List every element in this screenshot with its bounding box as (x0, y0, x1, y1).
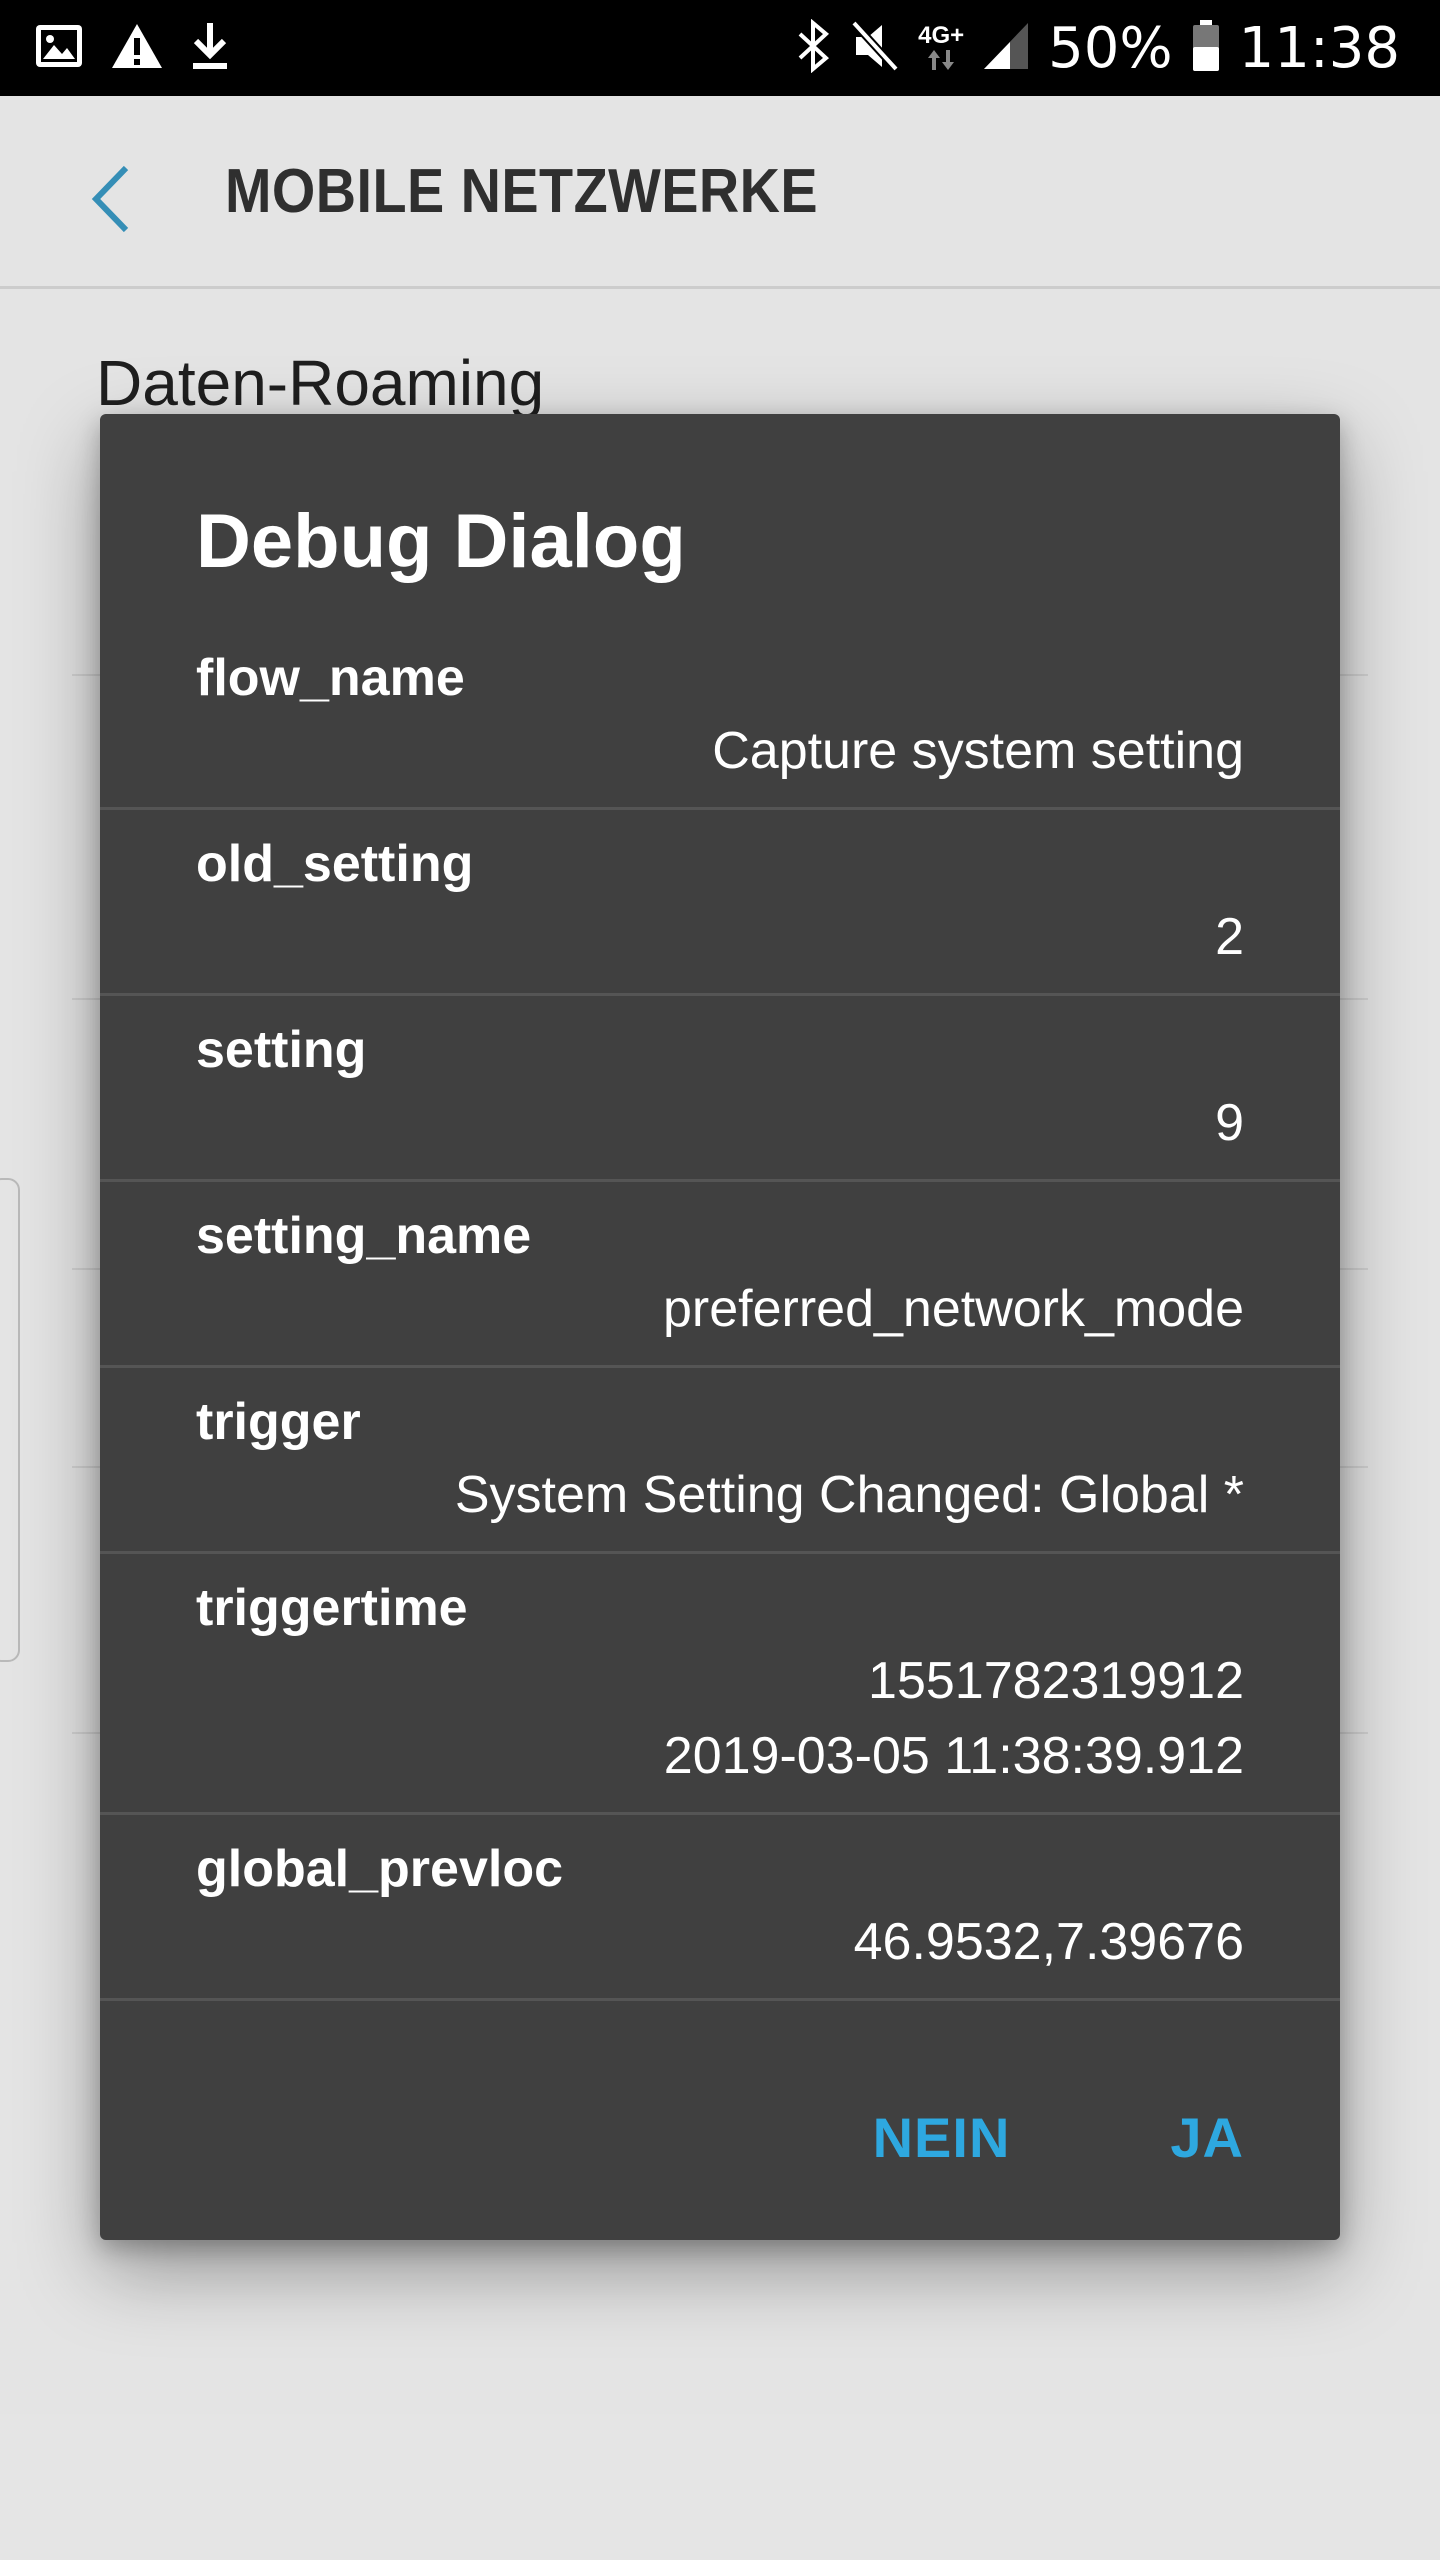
row-key: flow_name (196, 649, 465, 707)
row-value: 2019-03-05 11:38:39.912 (663, 1727, 1244, 1785)
clock: 11:38 (1238, 15, 1400, 81)
row-key: setting_name (196, 1207, 532, 1265)
dialog-row: old_setting 2 (100, 810, 1340, 996)
dialog-row: triggertime 1551782319912 2019-03-05 11:… (100, 1554, 1340, 1815)
warning-icon (110, 22, 164, 75)
row-key: trigger (196, 1393, 361, 1451)
row-key: setting (196, 1021, 367, 1079)
mute-icon (850, 19, 900, 78)
bluetooth-icon (796, 18, 832, 78)
nein-button[interactable]: NEIN (873, 2105, 1011, 2170)
image-icon (34, 23, 84, 74)
battery-percent: 50% (1048, 15, 1173, 81)
row-value: 46.9532,7.39676 (853, 1913, 1244, 1971)
row-value: 9 (1215, 1094, 1244, 1152)
status-bar: 4G+ 50% 11:38 (0, 0, 1440, 96)
dialog-row: global_prevloc 46.9532,7.39676 (100, 1815, 1340, 2001)
row-value: 1551782319912 (868, 1652, 1244, 1710)
row-value: System Setting Changed: Global * (454, 1466, 1244, 1524)
row-value: Capture system setting (712, 722, 1244, 780)
signal-icon (982, 21, 1030, 76)
row-value: 2 (1215, 908, 1244, 966)
ja-button[interactable]: JA (1170, 2105, 1244, 2170)
dialog-row: flow_name Capture system setting (100, 624, 1340, 810)
battery-icon (1191, 19, 1221, 78)
dialog-row: trigger System Setting Changed: Global * (100, 1368, 1340, 1554)
network-4g-icon: 4G+ (918, 24, 964, 72)
dialog-title: Debug Dialog (196, 499, 686, 584)
status-right-icons: 4G+ 50% 11:38 (796, 14, 1400, 82)
row-key: triggertime (196, 1579, 468, 1637)
row-key: global_prevloc (196, 1840, 563, 1898)
dialog-buttons: NEIN JA (873, 2105, 1244, 2170)
row-key: old_setting (196, 835, 474, 893)
row-value: preferred_network_mode (663, 1280, 1244, 1338)
dialog-row: setting 9 (100, 996, 1340, 1182)
dialog-row: setting_name preferred_network_mode (100, 1182, 1340, 1368)
dialog-rows: flow_name Capture system setting old_set… (100, 624, 1340, 2001)
debug-dialog: Debug Dialog flow_name Capture system se… (100, 414, 1340, 2240)
download-icon (190, 21, 230, 76)
status-left-icons (34, 18, 230, 78)
